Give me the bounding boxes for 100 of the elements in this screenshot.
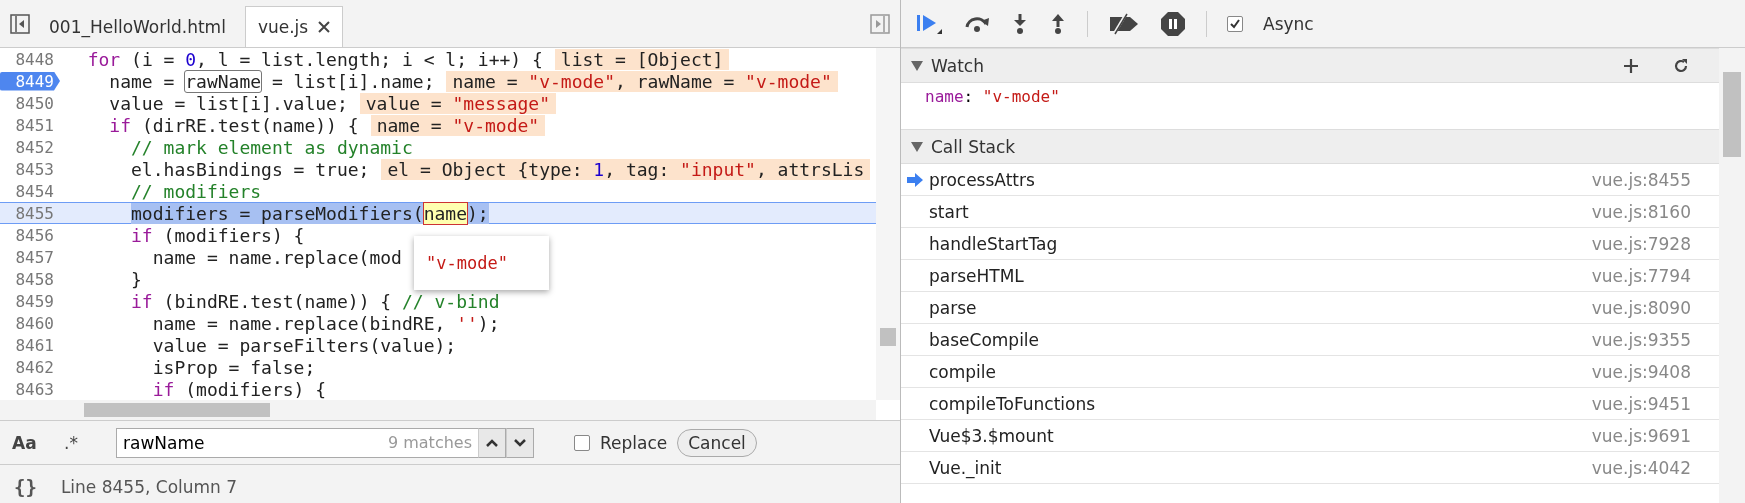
current-frame-arrow-icon — [907, 172, 923, 187]
line-number[interactable]: 8448 — [0, 49, 60, 69]
source-location[interactable]: vue.js:7928 — [1591, 233, 1691, 254]
vertical-scrollbar[interactable] — [876, 48, 900, 400]
line-number[interactable]: 8452 — [0, 137, 60, 157]
match-case-toggle[interactable]: Aa — [12, 432, 54, 453]
async-checkbox[interactable] — [1227, 15, 1243, 32]
line-number[interactable]: 8450 — [0, 93, 60, 113]
previous-match-button[interactable] — [478, 427, 506, 458]
close-icon[interactable] — [318, 21, 331, 33]
call-frame[interactable]: Vue$3.$mount vue.js:9691 — [901, 420, 1719, 452]
code-line: value = list[i].value; — [108, 92, 348, 114]
vertical-scrollbar[interactable] — [1719, 48, 1745, 503]
replace-checkbox[interactable] — [574, 434, 590, 451]
replace-label: Replace — [600, 432, 668, 453]
function-name: compile — [929, 361, 997, 382]
function-name: compileToFunctions — [929, 393, 1097, 414]
watch-expression: name: "v-mode" — [925, 87, 1061, 106]
source-location[interactable]: vue.js:4042 — [1591, 457, 1691, 478]
code-line: if (modifiers) { — [151, 378, 327, 400]
step-out-icon[interactable] — [1049, 12, 1067, 35]
horizontal-scrollbar[interactable] — [0, 400, 876, 420]
code-line: // mark element as dynamic — [130, 136, 413, 158]
call-frame[interactable]: start vue.js:8160 — [901, 196, 1719, 228]
source-location[interactable]: vue.js:8455 — [1591, 169, 1691, 190]
source-location[interactable]: vue.js:9691 — [1591, 425, 1691, 446]
toggle-debugger-icon[interactable] — [870, 13, 890, 34]
function-name: Vue$3.$mount — [929, 425, 1055, 446]
next-match-button[interactable] — [506, 427, 534, 458]
line-number[interactable]: 8453 — [0, 159, 60, 179]
call-frame[interactable]: baseCompile vue.js:9355 — [901, 324, 1719, 356]
call-frame[interactable]: handleStartTag vue.js:7928 — [901, 228, 1719, 260]
code-line: // modifiers — [130, 180, 262, 202]
function-name: Vue._init — [929, 457, 1003, 478]
line-number[interactable]: 8459 — [0, 291, 60, 311]
toggle-navigator-icon[interactable] — [10, 13, 30, 34]
function-name: parse — [929, 297, 978, 318]
line-number[interactable]: 8460 — [0, 313, 60, 333]
code-line: value = parseFilters(value); — [151, 334, 457, 356]
source-location[interactable]: vue.js:7794 — [1591, 265, 1691, 286]
line-number[interactable]: 8451 — [0, 115, 60, 135]
code-line: for (i = 0, l = list.length; i < l; i++) { — [86, 48, 543, 70]
call-frame[interactable]: compile vue.js:9408 — [901, 356, 1719, 388]
cursor-position: Line 8455, Column 7 — [60, 477, 238, 497]
source-location[interactable]: vue.js:9408 — [1591, 361, 1691, 382]
function-name: handleStartTag — [929, 233, 1059, 254]
call-stack-header[interactable]: Call Stack — [901, 129, 1719, 164]
line-number[interactable]: 8456 — [0, 225, 60, 245]
inline-value: name = "v-mode", rawName = "v-mode" — [446, 70, 838, 92]
watch-header[interactable]: Watch — [901, 48, 1719, 83]
regex-toggle[interactable]: .* — [64, 432, 106, 453]
section-title: Call Stack — [931, 136, 1017, 157]
inline-value: list = [Object] — [554, 48, 730, 70]
refresh-icon[interactable] — [1673, 57, 1689, 74]
code-line: } — [130, 268, 142, 290]
line-number[interactable]: 8458 — [0, 269, 60, 289]
inline-value: value = "message" — [359, 92, 557, 114]
line-number[interactable]: 8455 — [0, 203, 60, 223]
line-number[interactable]: 8461 — [0, 335, 60, 355]
function-name: start — [929, 201, 970, 222]
chevron-up-icon — [486, 438, 498, 447]
call-frame[interactable]: parse vue.js:8090 — [901, 292, 1719, 324]
line-number[interactable]: 8463 — [0, 379, 60, 399]
code-line: if (bindRE.test(name)) { // v-bind — [130, 290, 500, 312]
file-tab[interactable]: 001_HelloWorld.html — [36, 6, 239, 47]
code-line: if (modifiers) { — [130, 224, 305, 246]
call-frame[interactable]: compileToFunctions vue.js:9451 — [901, 388, 1719, 420]
call-frame[interactable]: Vue._init vue.js:4042 — [901, 452, 1719, 484]
code-line: name = rawName = list[i].name; — [108, 70, 435, 92]
add-icon[interactable] — [1623, 57, 1639, 74]
match-count: 9 matches — [387, 432, 472, 452]
call-frame[interactable]: parseHTML vue.js:7794 — [901, 260, 1719, 292]
code-line: el.hasBindings = true; — [130, 158, 370, 180]
file-tab[interactable]: vue.js — [244, 6, 344, 47]
inline-value: name = "v-mode" — [370, 114, 546, 136]
line-number[interactable]: 8454 — [0, 181, 60, 201]
function-name: parseHTML — [929, 265, 1025, 286]
line-number[interactable]: 8457 — [0, 247, 60, 267]
async-label: Async — [1263, 13, 1314, 34]
breakpoint-marker[interactable]: 8449 — [0, 71, 60, 91]
expanded-triangle-icon[interactable] — [911, 60, 923, 71]
code-line: name = name.replace(bindRE, ''); — [151, 312, 500, 334]
chevron-down-icon — [514, 438, 526, 447]
code-line: name = name.replace(mod — [151, 246, 402, 268]
expanded-triangle-icon[interactable] — [911, 141, 923, 152]
deactivate-breakpoints-icon[interactable] — [1108, 12, 1140, 35]
source-location[interactable]: vue.js:8160 — [1591, 201, 1691, 222]
source-location[interactable]: vue.js:9355 — [1591, 329, 1691, 350]
call-frame[interactable]: processAttrs vue.js:8455 — [901, 164, 1719, 196]
line-number[interactable]: 8462 — [0, 357, 60, 377]
function-name: baseCompile — [929, 329, 1041, 350]
source-location[interactable]: vue.js:8090 — [1591, 297, 1691, 318]
code-line: modifiers = parseModifiers(name); — [130, 202, 489, 224]
pretty-print-button[interactable]: {} — [14, 476, 37, 498]
cancel-button[interactable]: Cancel — [677, 428, 757, 457]
pause-on-exceptions-icon[interactable] — [1160, 10, 1186, 37]
section-title: Watch — [931, 55, 985, 76]
source-location[interactable]: vue.js:9451 — [1591, 393, 1691, 414]
code-line: if (dirRE.test(name)) { — [108, 114, 359, 136]
inline-value: el = Object {type: 1, tag: "input", attrsLis — [381, 158, 871, 180]
